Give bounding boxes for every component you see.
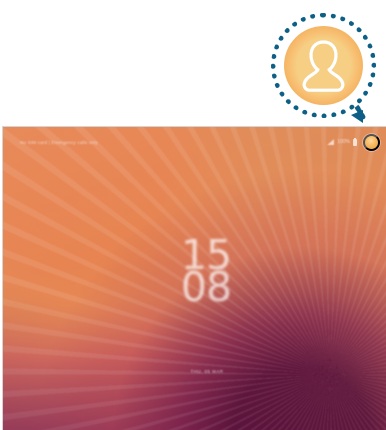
profile-avatar-icon [284,26,363,105]
status-bar: No SIM card | Emergency calls only 100% [3,127,386,157]
carrier-status-text: No SIM card | Emergency calls only [20,139,98,145]
user-silhouette-icon [302,40,345,92]
lock-screen: No SIM card | Emergency calls only 100% … [2,126,386,430]
clock-minute: 08 [180,263,232,311]
lock-date: THU, 05 MAR [190,369,224,374]
screenshot-stage: No SIM card | Emergency calls only 100% … [0,0,386,430]
lock-clock: 15 08 [177,235,235,311]
profile-callout-icon [271,13,376,118]
